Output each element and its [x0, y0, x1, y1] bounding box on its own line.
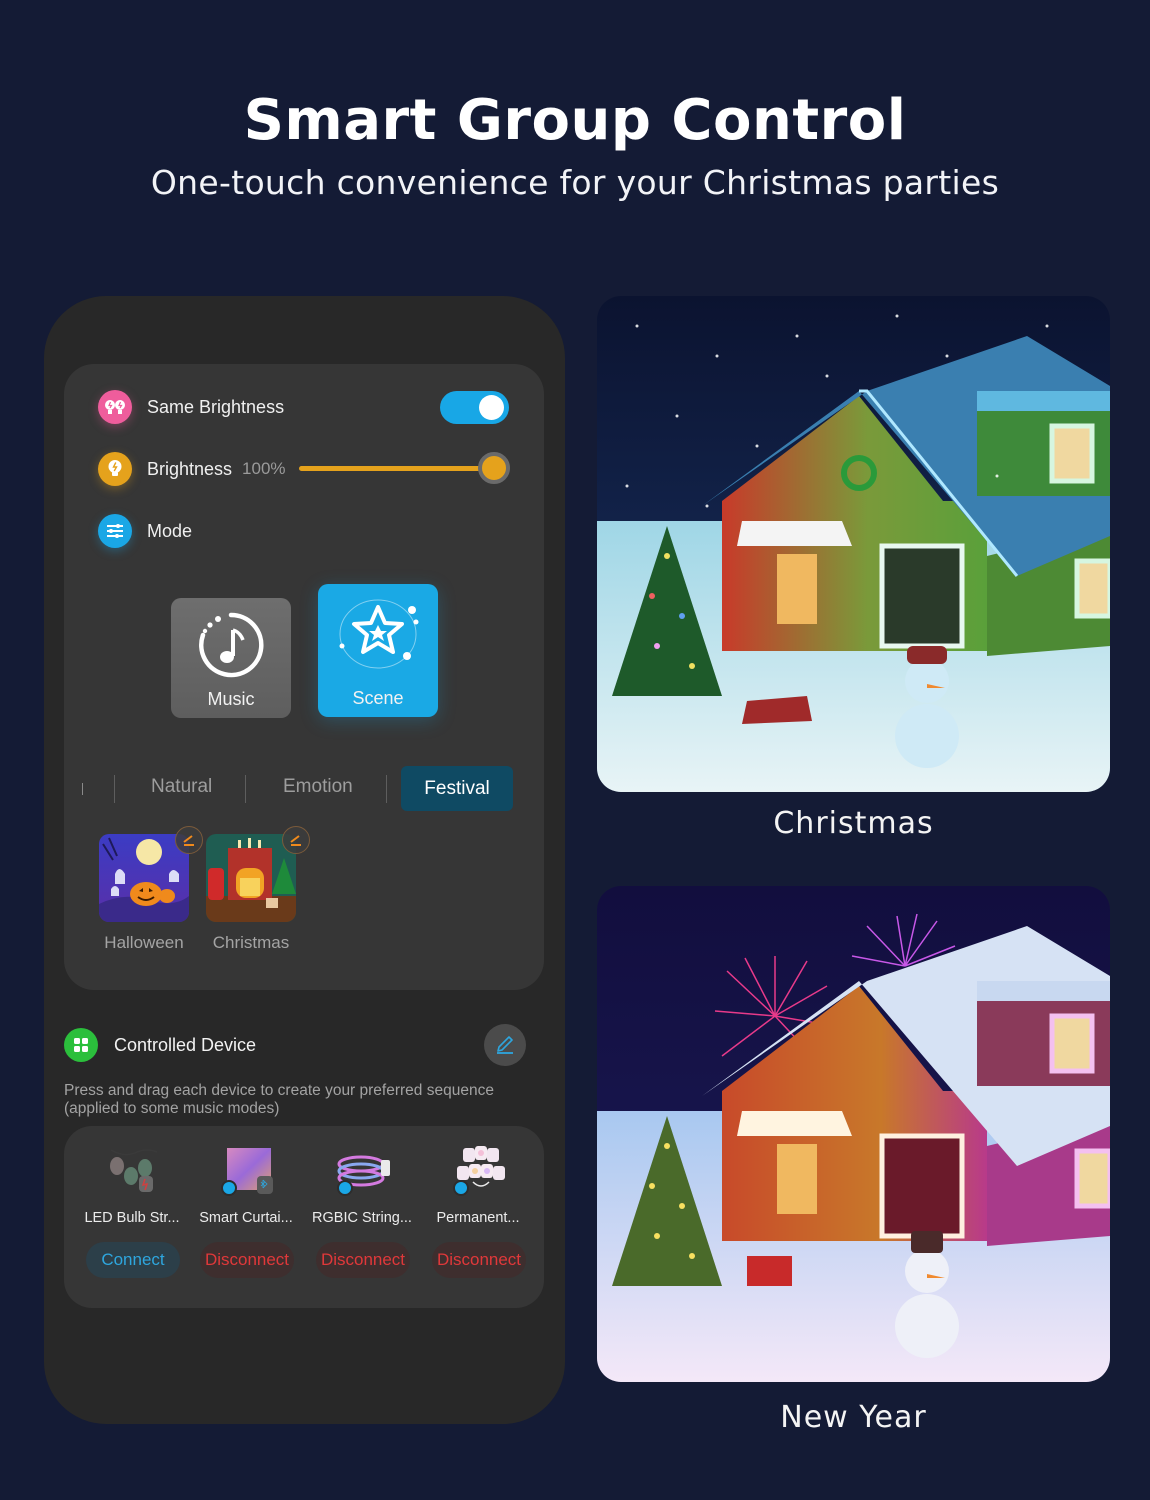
disconnect-button[interactable]: Disconnect: [316, 1242, 410, 1278]
same-brightness-label: Same Brightness: [147, 396, 285, 417]
tab-divider: [245, 775, 246, 803]
controlled-device-description: Press and drag each device to create you…: [64, 1082, 494, 1117]
device-grid-icon: [64, 1028, 98, 1062]
pencil-icon: [494, 1032, 516, 1059]
device-item[interactable]: Permanent... Disconnect: [420, 1126, 536, 1308]
alexa-badge-icon: [337, 1180, 353, 1196]
bulb-string-icon: [107, 1146, 161, 1196]
tab-festival[interactable]: Festival: [401, 766, 513, 811]
page-subtitle: One-touch convenience for your Christmas…: [150, 163, 1000, 202]
curtain-light-icon: [221, 1146, 275, 1196]
rgbic-string-icon: [337, 1146, 391, 1196]
mode-scene-label: Scene: [352, 688, 404, 708]
bulb-icon: [98, 452, 132, 486]
mode-label: Mode: [147, 520, 193, 541]
controlled-device-header: Controlled Device: [64, 1028, 256, 1062]
sliders-icon: [98, 514, 132, 548]
device-item[interactable]: Smart Curtai... Disconnect: [188, 1126, 304, 1308]
edit-scene-button[interactable]: [175, 826, 203, 854]
alexa-badge-icon: [221, 1180, 237, 1196]
tab-divider: [386, 775, 387, 803]
disconnect-button[interactable]: Disconnect: [200, 1242, 294, 1278]
star-icon: [328, 594, 428, 679]
christmas-thumbnail: [206, 834, 296, 922]
connect-button[interactable]: Connect: [86, 1242, 180, 1278]
same-brightness-toggle[interactable]: [440, 391, 509, 424]
dual-bulb-icon: [98, 390, 132, 424]
new-year-house-photo: [597, 886, 1110, 1382]
tab-divider: [114, 775, 115, 803]
mode-music-label: Music: [207, 689, 255, 709]
same-brightness-row: Same Brightness: [98, 390, 284, 424]
phone-screen: Same Brightness Brightness 100% Mode Mus…: [44, 296, 565, 1424]
scene-category-tabs: Natural Emotion Festival: [64, 766, 544, 811]
scene-halloween[interactable]: Halloween: [99, 826, 203, 953]
tab-emotion[interactable]: Emotion: [283, 776, 353, 798]
brightness-label: Brightness: [147, 458, 233, 479]
device-name: Permanent...: [436, 1210, 520, 1226]
tab-overflow-indicator: [82, 783, 83, 795]
scene-halloween-label: Halloween: [104, 933, 184, 952]
alexa-badge-icon: [453, 1180, 469, 1196]
device-name: LED Bulb Str...: [84, 1210, 180, 1226]
edit-devices-button[interactable]: [484, 1024, 526, 1066]
tab-natural[interactable]: Natural: [151, 776, 212, 798]
device-item[interactable]: RGBIC String... Disconnect: [304, 1126, 420, 1308]
brightness-value: 100%: [242, 459, 286, 478]
toggle-knob: [479, 395, 504, 420]
permanent-light-icon: [453, 1146, 507, 1196]
scene-christmas-label: Christmas: [212, 933, 290, 952]
mode-scene-button[interactable]: Scene: [318, 584, 438, 717]
music-note-icon: [196, 610, 266, 685]
device-item[interactable]: LED Bulb Str... Connect: [74, 1126, 190, 1308]
device-name: Smart Curtai...: [199, 1210, 293, 1226]
edit-scene-button[interactable]: [282, 826, 310, 854]
scene-christmas[interactable]: Christmas: [206, 826, 310, 953]
page-title: Smart Group Control: [243, 88, 907, 153]
mode-music-button[interactable]: Music: [171, 598, 291, 718]
device-name: RGBIC String...: [312, 1210, 412, 1226]
new-year-caption: New Year: [780, 1400, 927, 1435]
halloween-thumbnail: [99, 834, 189, 922]
brightness-row: Brightness 100%: [98, 452, 286, 486]
christmas-house-photo: [597, 296, 1110, 792]
brightness-slider-track[interactable]: [299, 466, 494, 471]
controlled-device-title: Controlled Device: [114, 1034, 257, 1055]
brightness-slider-thumb[interactable]: [478, 452, 510, 484]
disconnect-button[interactable]: Disconnect: [432, 1242, 526, 1278]
lighting-control-card: Same Brightness Brightness 100% Mode Mus…: [64, 364, 544, 990]
christmas-caption: Christmas: [773, 806, 934, 841]
device-list: LED Bulb Str... Connect Smart Curtai... …: [64, 1126, 544, 1308]
mode-row: Mode: [98, 514, 192, 548]
